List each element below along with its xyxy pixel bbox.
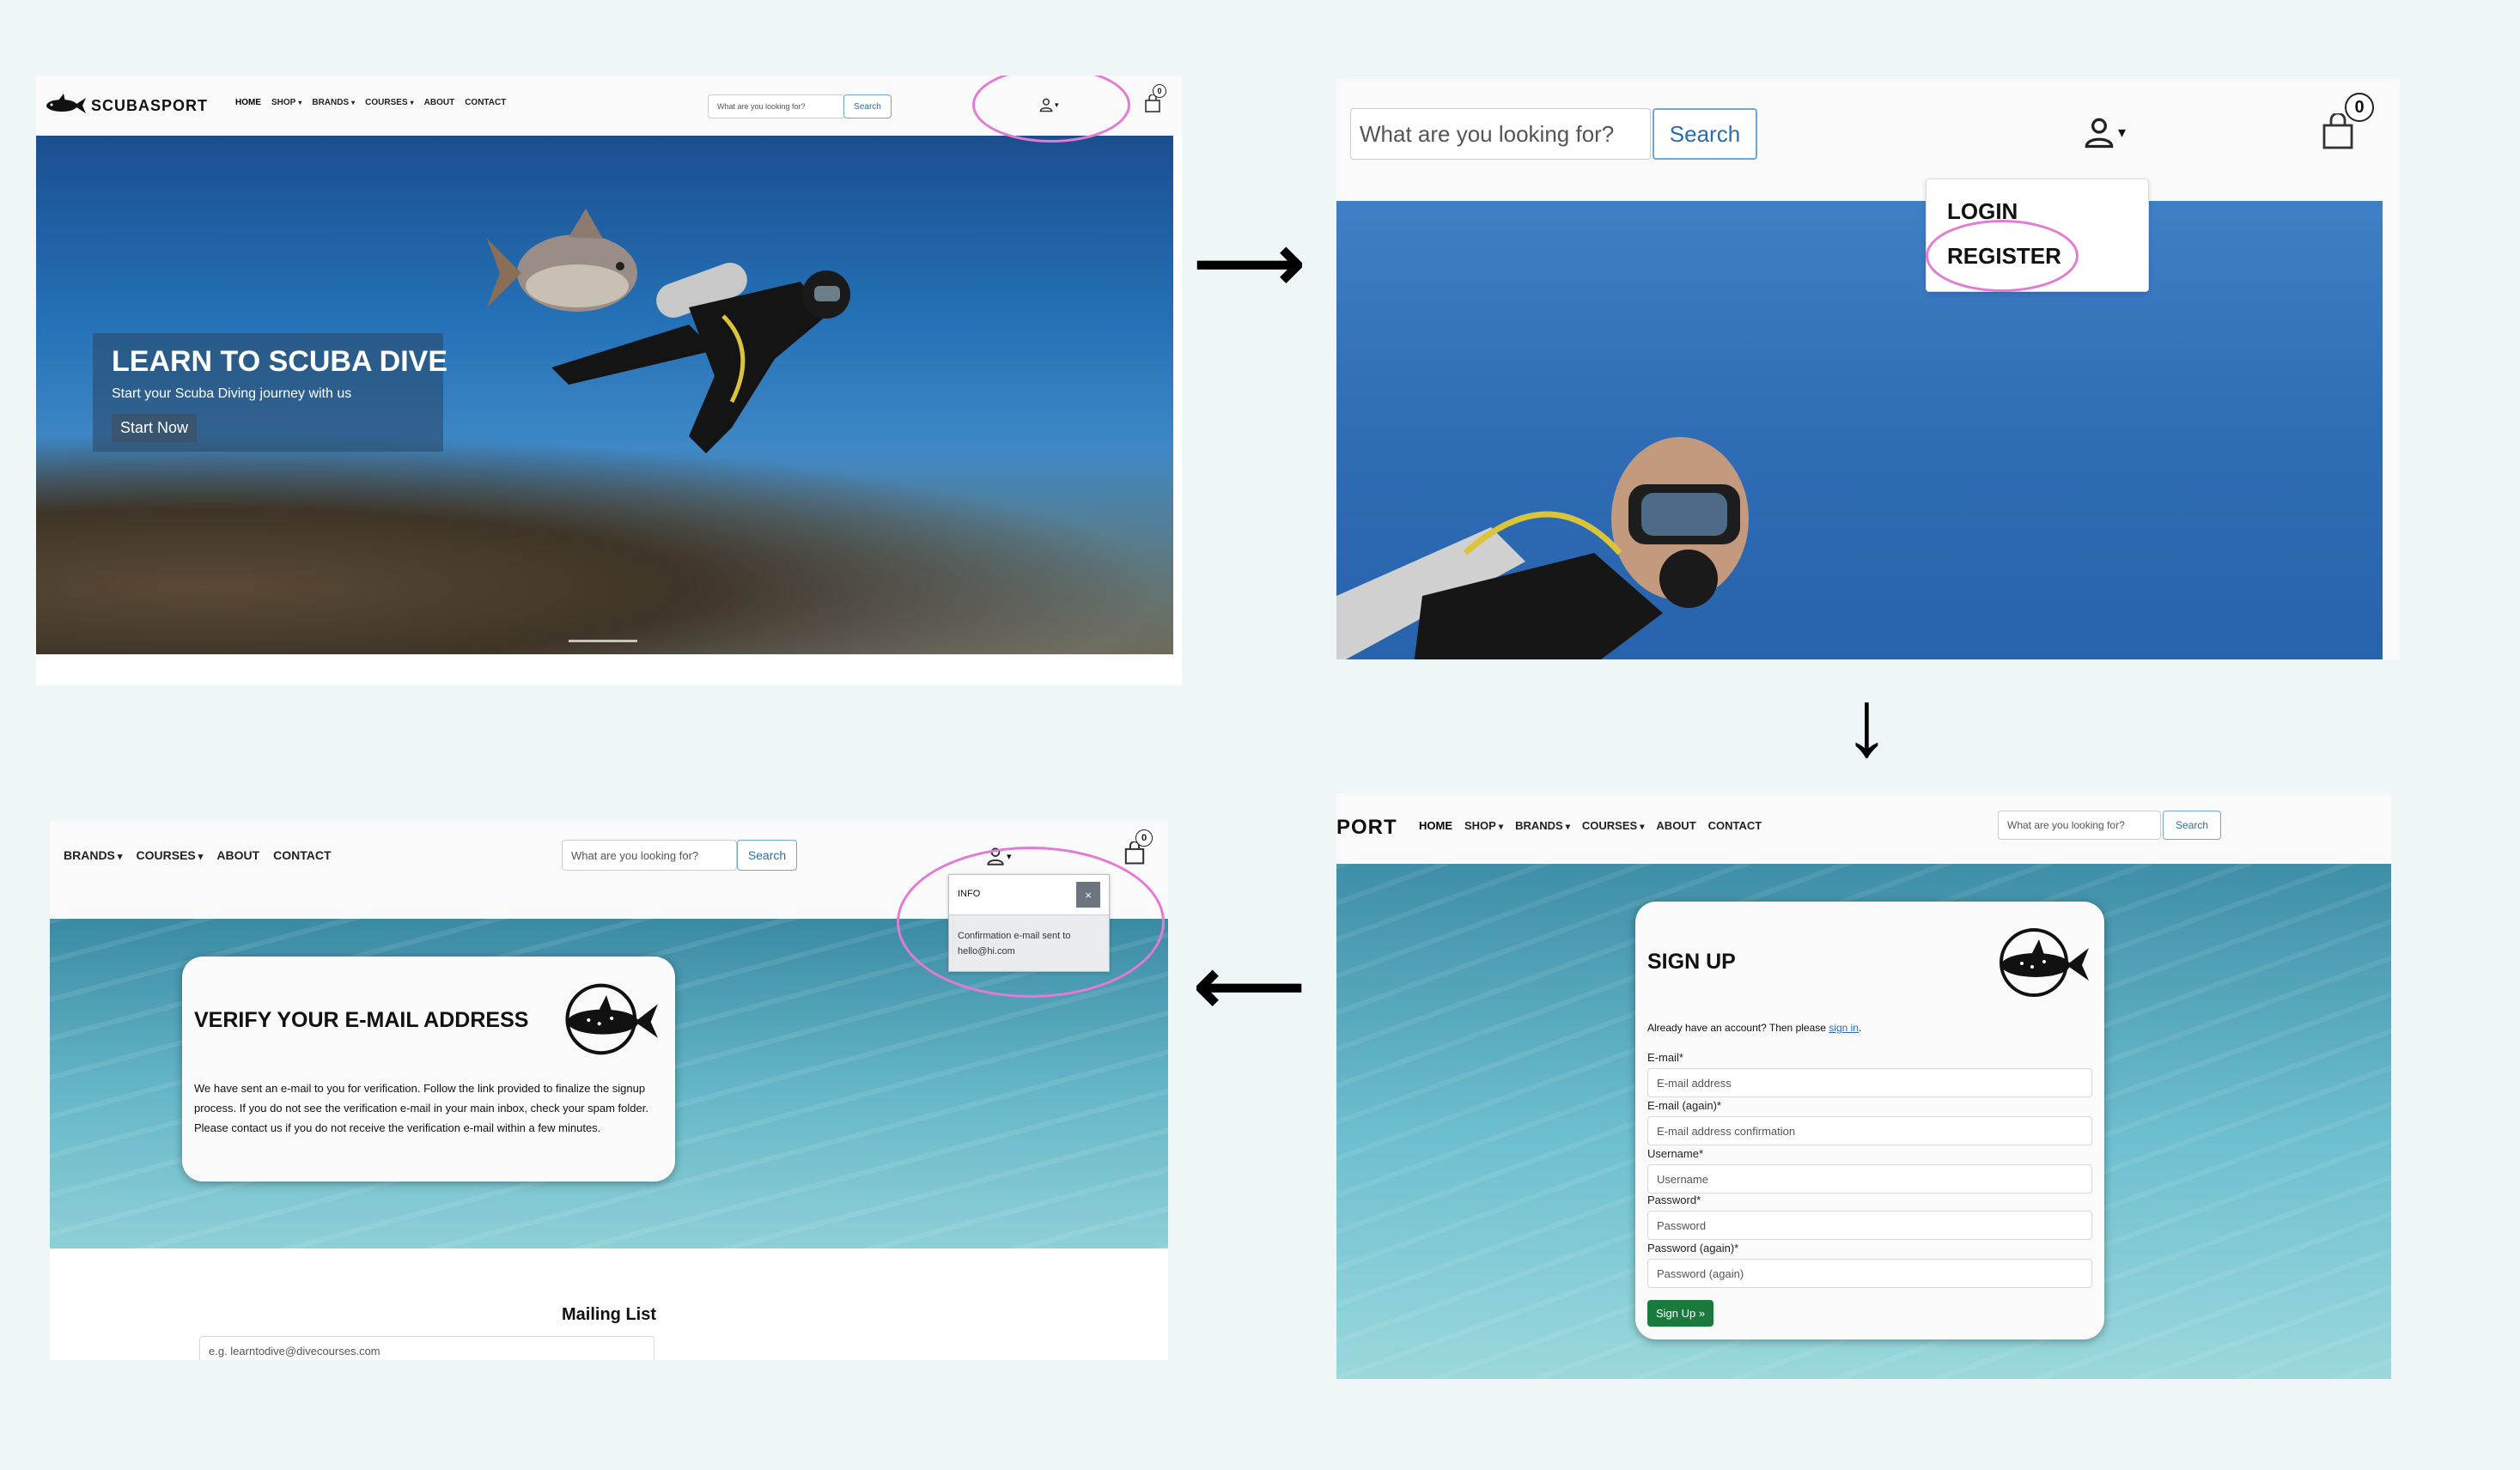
password-label: Password* xyxy=(1647,1194,1701,1206)
main-menu: HOME SHOP BRANDS COURSES ABOUT CONTACT xyxy=(235,98,506,107)
sign-up-button[interactable]: Sign Up » xyxy=(1647,1300,1714,1327)
password-confirm-field[interactable] xyxy=(1647,1259,2092,1288)
email-field[interactable] xyxy=(1647,1068,2092,1097)
nav-about[interactable]: ABOUT xyxy=(1656,819,1695,832)
user-menu-toggle[interactable]: ▾ xyxy=(2080,113,2126,151)
brand-name: SCUBASPORT xyxy=(91,96,209,114)
search-button[interactable]: Search xyxy=(1653,108,1757,160)
hero-title: LEARN TO SCUBA DIVE xyxy=(112,345,448,378)
nav-home[interactable]: HOME xyxy=(235,98,261,107)
signup-title: SIGN UP xyxy=(1647,950,1736,974)
cart-count-badge: 0 xyxy=(1135,829,1153,847)
register-highlight xyxy=(1926,220,2079,292)
navbar: PORT HOME SHOP BRANDS COURSES ABOUT CONT… xyxy=(1336,793,2391,864)
mailing-list-title: Mailing List xyxy=(562,1305,656,1324)
nav-contact[interactable]: CONTACT xyxy=(465,98,506,107)
search-input[interactable]: What are you looking for? xyxy=(562,840,737,871)
user-icon xyxy=(2085,118,2114,149)
chevron-down-icon: ▾ xyxy=(2118,123,2127,141)
search-button[interactable]: Search xyxy=(843,94,892,118)
nav-home[interactable]: HOME xyxy=(1419,819,1452,832)
hero-subtitle: Start your Scuba Diving journey with us xyxy=(112,386,352,401)
nav-contact[interactable]: CONTACT xyxy=(273,848,331,862)
whale-shark-logo-icon xyxy=(2000,928,2089,997)
panel-home: SCUBASPORT HOME SHOP BRANDS COURSES ABOU… xyxy=(36,76,1182,685)
nav-shop[interactable]: SHOP xyxy=(1464,819,1503,832)
verify-message: We have sent an e-mail to you for verifi… xyxy=(194,1082,648,1134)
email-confirm-field[interactable] xyxy=(1647,1116,2092,1145)
username-label: Username* xyxy=(1647,1147,1704,1160)
brand-name-partial: PORT xyxy=(1336,816,1397,839)
panel-verify: BRANDS COURSES ABOUT CONTACT What are yo… xyxy=(50,821,1168,1360)
main-menu: HOME SHOP BRANDS COURSES ABOUT CONTACT xyxy=(1419,819,1762,832)
diver-image xyxy=(551,263,850,453)
nav-brands[interactable]: BRANDS xyxy=(312,98,355,107)
nav-brands[interactable]: BRANDS xyxy=(64,848,123,862)
arrow-down: ↓ xyxy=(1843,671,1890,776)
brand-logo[interactable]: PORT xyxy=(1336,816,1397,840)
cart-count-badge: 0 xyxy=(2345,93,2374,122)
carousel-indicators[interactable] xyxy=(569,640,637,642)
password-field[interactable] xyxy=(1647,1211,2092,1240)
email-again-label: E-mail (again)* xyxy=(1647,1099,1721,1112)
cart-button[interactable]: 0 xyxy=(1144,84,1166,118)
cart-count-badge: 0 xyxy=(1153,84,1166,98)
arrow-left: ⟵ xyxy=(1194,944,1306,1030)
search-button[interactable]: Search xyxy=(2163,811,2221,840)
search-button[interactable]: Search xyxy=(737,840,797,871)
nav-shop[interactable]: SHOP xyxy=(271,98,301,107)
signin-link[interactable]: sign in xyxy=(1829,1022,1859,1034)
nav-brands[interactable]: BRANDS xyxy=(1515,819,1570,832)
password-again-label: Password (again)* xyxy=(1647,1242,1739,1254)
search-input[interactable]: What are you looking for? xyxy=(1350,108,1651,160)
search-input[interactable]: What are you looking for? xyxy=(1998,811,2161,840)
nav-courses[interactable]: COURSES xyxy=(365,98,413,107)
verify-title: VERIFY YOUR E-MAIL ADDRESS xyxy=(194,1008,529,1032)
arrow-right: ⟶ xyxy=(1194,221,1306,307)
nav-courses[interactable]: COURSES xyxy=(137,848,204,862)
shark-logo-icon xyxy=(46,94,86,113)
toast-highlight xyxy=(897,847,1165,998)
brand-logo[interactable]: SCUBASPORT xyxy=(40,93,208,118)
hero-banner xyxy=(1336,201,2383,659)
nav-about[interactable]: ABOUT xyxy=(424,98,455,107)
panel-dropdown: What are you looking for? Search ▾ 0 LOG… xyxy=(1336,79,2400,659)
nav-about[interactable]: ABOUT xyxy=(216,848,259,862)
search-input[interactable]: What are you looking for? xyxy=(708,94,845,118)
whale-shark-logo-icon xyxy=(565,983,658,1055)
main-menu: BRANDS COURSES ABOUT CONTACT xyxy=(64,848,332,862)
panel-signup: PORT HOME SHOP BRANDS COURSES ABOUT CONT… xyxy=(1336,793,2391,1379)
signin-prompt: Already have an account? Then please sig… xyxy=(1647,1022,1862,1034)
mailing-list-email-field[interactable] xyxy=(199,1336,654,1360)
diver-image xyxy=(1336,437,1749,659)
start-now-button[interactable]: Start Now xyxy=(112,414,198,442)
verify-card: VERIFY YOUR E-MAIL ADDRESS We have sent … xyxy=(182,957,675,1181)
nav-courses[interactable]: COURSES xyxy=(1582,819,1645,832)
email-label: E-mail* xyxy=(1647,1051,1683,1064)
username-field[interactable] xyxy=(1647,1164,2092,1194)
cart-button[interactable]: 0 xyxy=(1123,829,1153,870)
hero-caption: LEARN TO SCUBA DIVE Start your Scuba Div… xyxy=(93,333,447,452)
cart-button[interactable]: 0 xyxy=(2321,93,2374,155)
hero-banner: LEARN TO SCUBA DIVE Start your Scuba Div… xyxy=(36,136,1173,654)
signup-card: SIGN UP Already have an account? Then pl… xyxy=(1635,902,2104,1339)
nav-contact[interactable]: CONTACT xyxy=(1708,819,1762,832)
